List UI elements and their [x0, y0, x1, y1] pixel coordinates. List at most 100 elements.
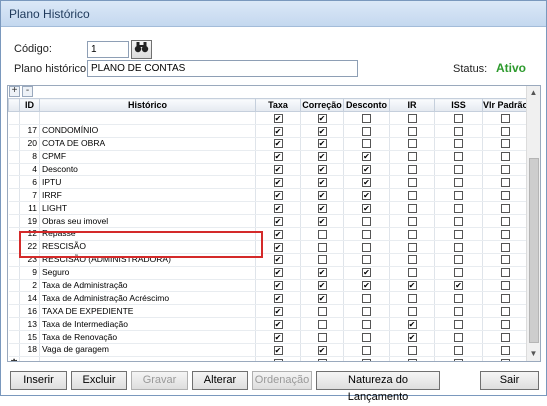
ir-checkbox[interactable] — [407, 216, 417, 226]
plano-historico-input[interactable] — [87, 60, 358, 77]
iss-checkbox[interactable] — [454, 294, 463, 304]
row-selector[interactable] — [8, 240, 20, 254]
vlr-padrao-checkbox[interactable] — [501, 307, 510, 317]
taxa-checkbox[interactable]: ✔ — [273, 242, 283, 252]
table-row[interactable]: ✱ — [8, 356, 529, 361]
vlr-padrao-checkbox[interactable] — [501, 113, 510, 123]
row-selector[interactable] — [8, 343, 20, 357]
vlr-padrao-checkbox[interactable] — [501, 126, 510, 136]
correcao-checkbox[interactable] — [317, 319, 327, 329]
desconto-checkbox[interactable] — [362, 139, 371, 149]
vlr-padrao-checkbox[interactable] — [501, 255, 510, 265]
ir-checkbox[interactable] — [407, 191, 417, 201]
ir-checkbox[interactable] — [407, 294, 417, 304]
row-historico[interactable]: Taxa de Administração — [39, 279, 256, 293]
col-ir[interactable]: IR — [389, 98, 435, 112]
iss-checkbox[interactable] — [454, 345, 463, 355]
correcao-checkbox[interactable]: ✔ — [317, 191, 327, 201]
vlr-padrao-checkbox[interactable] — [501, 229, 510, 239]
vlr-padrao-checkbox[interactable] — [501, 332, 510, 342]
taxa-checkbox[interactable]: ✔ — [273, 332, 283, 342]
desconto-checkbox[interactable] — [362, 307, 371, 317]
taxa-checkbox[interactable]: ✔ — [273, 294, 283, 304]
gravar-button[interactable]: Gravar — [131, 371, 188, 390]
row-selector[interactable]: ✱ — [8, 356, 20, 361]
vlr-padrao-checkbox[interactable] — [501, 345, 510, 355]
iss-checkbox[interactable]: ✔ — [454, 281, 463, 291]
iss-checkbox[interactable] — [454, 139, 463, 149]
row-selector[interactable] — [8, 188, 20, 203]
table-row[interactable]: 17 CONDOMÍNIO ✔ ✔ — [8, 124, 529, 138]
table-row[interactable]: 4 Desconto ✔ ✔ ✔ — [8, 163, 529, 177]
table-row[interactable]: ✔ ✔ — [8, 111, 529, 125]
row-id[interactable]: 19 — [19, 214, 40, 229]
iss-checkbox[interactable] — [454, 319, 463, 329]
row-id[interactable]: 4 — [19, 163, 40, 177]
vlr-padrao-checkbox[interactable] — [501, 268, 510, 278]
row-historico[interactable]: COTA DE OBRA — [39, 137, 256, 151]
row-id[interactable] — [19, 356, 40, 361]
desconto-checkbox[interactable] — [362, 113, 371, 123]
table-row[interactable]: 12 Repasse ✔ — [8, 227, 529, 241]
desconto-checkbox[interactable]: ✔ — [362, 152, 371, 162]
iss-checkbox[interactable] — [454, 332, 463, 342]
table-row[interactable]: 23 RESCISÃO (ADMINISTRADORA) ✔ — [8, 253, 529, 267]
taxa-checkbox[interactable]: ✔ — [273, 268, 283, 278]
desconto-checkbox[interactable]: ✔ — [362, 165, 371, 175]
table-row[interactable]: 6 IPTU ✔ ✔ ✔ — [8, 175, 529, 190]
iss-checkbox[interactable] — [454, 255, 463, 265]
taxa-checkbox[interactable]: ✔ — [273, 152, 283, 162]
row-historico[interactable]: CPMF — [39, 150, 256, 164]
sair-button[interactable]: Sair — [480, 371, 539, 390]
taxa-checkbox[interactable]: ✔ — [273, 281, 283, 291]
desconto-checkbox[interactable]: ✔ — [362, 203, 371, 213]
ir-checkbox[interactable] — [407, 268, 417, 278]
vlr-padrao-checkbox[interactable] — [501, 358, 510, 361]
col-correcao[interactable]: Correção — [300, 98, 344, 112]
taxa-checkbox[interactable]: ✔ — [273, 165, 283, 175]
inserir-button[interactable]: Inserir — [10, 371, 67, 390]
iss-checkbox[interactable] — [454, 307, 463, 317]
row-id[interactable]: 23 — [19, 253, 40, 267]
row-historico[interactable]: CONDOMÍNIO — [39, 124, 256, 138]
correcao-checkbox[interactable]: ✔ — [317, 165, 327, 175]
col-iss[interactable]: ISS — [434, 98, 483, 112]
table-row[interactable]: 7 IRRF ✔ ✔ ✔ — [8, 188, 529, 203]
row-selector[interactable] — [8, 175, 20, 190]
taxa-checkbox[interactable]: ✔ — [273, 203, 283, 213]
ir-checkbox[interactable]: ✔ — [407, 332, 417, 342]
correcao-checkbox[interactable] — [317, 255, 327, 265]
row-historico[interactable] — [39, 111, 256, 125]
row-historico[interactable]: Vaga de garagem — [39, 343, 256, 357]
row-historico[interactable]: Seguro — [39, 266, 256, 280]
table-row[interactable]: 15 Taxa de Renovação ✔ ✔ — [8, 330, 529, 345]
correcao-checkbox[interactable] — [317, 332, 327, 342]
table-row[interactable]: 14 Taxa de Administração Acréscimo ✔ ✔ — [8, 291, 529, 306]
taxa-checkbox[interactable] — [273, 358, 283, 361]
vlr-padrao-checkbox[interactable] — [501, 216, 510, 226]
iss-checkbox[interactable] — [454, 203, 463, 213]
table-row[interactable]: 2 Taxa de Administração ✔ ✔ ✔ ✔ ✔ — [8, 279, 529, 293]
scroll-up-icon[interactable]: ▲ — [527, 86, 540, 100]
row-selector[interactable] — [8, 266, 20, 280]
iss-checkbox[interactable] — [454, 178, 463, 188]
row-id[interactable]: 7 — [19, 188, 40, 203]
correcao-checkbox[interactable] — [317, 229, 327, 239]
correcao-checkbox[interactable]: ✔ — [317, 152, 327, 162]
table-row[interactable]: 8 CPMF ✔ ✔ ✔ — [8, 150, 529, 164]
desconto-checkbox[interactable] — [362, 126, 371, 136]
ir-checkbox[interactable]: ✔ — [407, 281, 417, 291]
col-vlr-padrao[interactable]: Vlr Padrão — [482, 98, 529, 112]
row-id[interactable]: 9 — [19, 266, 40, 280]
table-row[interactable]: 9 Seguro ✔ ✔ ✔ — [8, 266, 529, 280]
desconto-checkbox[interactable] — [362, 319, 371, 329]
row-selector[interactable] — [8, 163, 20, 177]
desconto-checkbox[interactable] — [362, 358, 371, 361]
correcao-checkbox[interactable]: ✔ — [317, 178, 327, 188]
scroll-down-icon[interactable]: ▼ — [527, 347, 540, 361]
row-historico[interactable]: Taxa de Intermediação — [39, 317, 256, 332]
desconto-checkbox[interactable]: ✔ — [362, 178, 371, 188]
ir-checkbox[interactable] — [407, 113, 417, 123]
desconto-checkbox[interactable] — [362, 332, 371, 342]
row-selector[interactable] — [8, 111, 20, 125]
